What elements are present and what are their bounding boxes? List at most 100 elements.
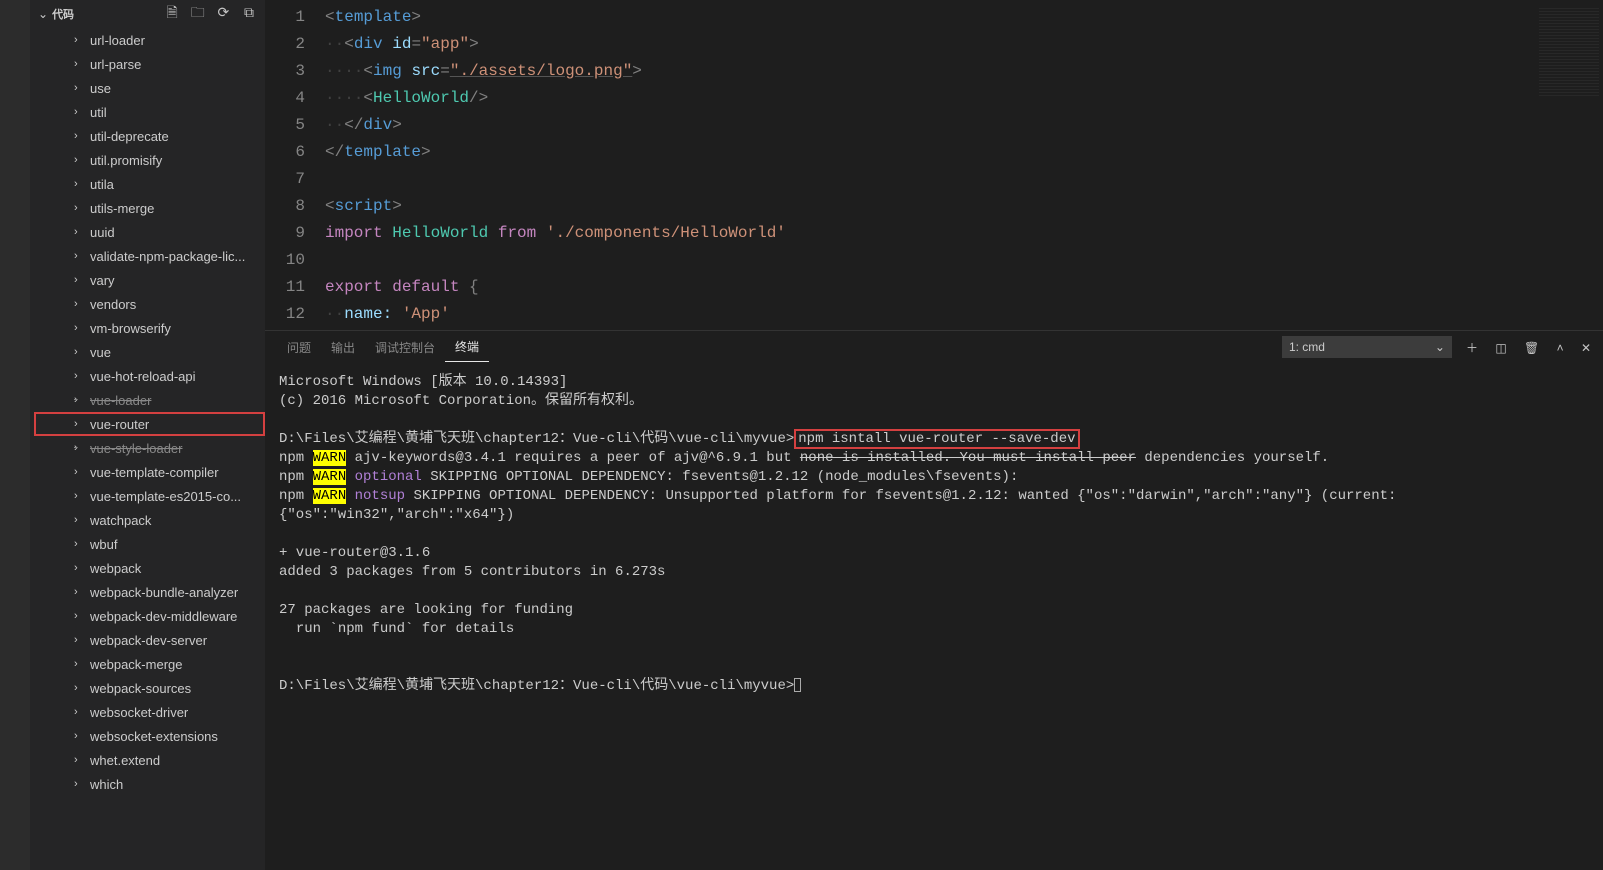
chevron-right-icon: › [74,202,84,214]
refresh-icon[interactable]: ⟳ [215,4,231,21]
folder-label: vue-template-es2015-co... [90,489,241,504]
sidebar-item-whet-extend[interactable]: › whet.extend [34,748,265,772]
chevron-right-icon: › [74,106,84,118]
sidebar-item-vm-browserify[interactable]: ›vm-browserify [34,316,265,340]
chevron-right-icon: › [74,130,84,142]
line-gutter: 123456789101112 [265,0,325,330]
chevron-right-icon: › [74,346,84,358]
folder-label: webpack-merge [90,657,183,672]
chevron-right-icon: › [74,418,84,430]
folder-label: vm-browserify [90,321,171,336]
chevron-down-icon: ⌄ [1435,340,1445,354]
new-folder-icon[interactable]: 🗀 [190,2,206,26]
sidebar-item-url-loader[interactable]: ›url-loader [34,28,265,52]
sidebar-item-which[interactable]: ›which [34,772,265,796]
folder-label: websocket-extensions [90,729,218,744]
new-terminal-icon[interactable]: ＋ [1466,341,1478,355]
sidebar-item-webpack-sources[interactable]: › webpack-sources [34,676,265,700]
collapse-all-icon[interactable]: ⧉ [241,4,257,21]
sidebar-item-url-parse[interactable]: › url-parse [34,52,265,76]
chevron-right-icon: › [74,298,84,310]
sidebar-item-websocket-driver[interactable]: ›websocket-driver [34,700,265,724]
sidebar-item-vue-template-es2015-co-[interactable]: › vue-template-es2015-co... [34,484,265,508]
tab-terminal[interactable]: 终端 [445,332,489,362]
sidebar-item-webpack-dev-middleware[interactable]: › webpack-dev-middleware [34,604,265,628]
explorer-header[interactable]: ⌄ 代码 🗎 🗀 ⟳ ⧉ [30,0,265,28]
kill-terminal-icon[interactable]: 🗑 [1524,341,1539,355]
chevron-right-icon: › [74,370,84,382]
sidebar-item-vue-router[interactable]: ›vue-router [34,412,265,436]
sidebar-item-vendors[interactable]: ›vendors [34,292,265,316]
chevron-right-icon: › [74,442,84,454]
chevron-right-icon: › [74,58,84,70]
sidebar-item-uuid[interactable]: › uuid [34,220,265,244]
folder-label: vue-style-loader [90,441,183,456]
chevron-right-icon: › [74,514,84,526]
folder-label: webpack-dev-server [90,633,207,648]
tab-debug-console[interactable]: 调试控制台 [365,333,445,362]
chevron-right-icon: › [74,682,84,694]
sidebar-item-use[interactable]: ›use [34,76,265,100]
folder-label: utila [90,177,114,192]
sidebar-item-validate-npm-package-lic-[interactable]: ›validate-npm-package-lic... [34,244,265,268]
chevron-right-icon: › [74,226,84,238]
maximize-panel-icon[interactable]: ˄ [1557,341,1564,355]
sidebar-item-webpack-bundle-analyzer[interactable]: ›webpack-bundle-analyzer [34,580,265,604]
sidebar: ⌄ 代码 🗎 🗀 ⟳ ⧉ ›url-loader›url-parse›use›u… [30,0,265,870]
tab-problems[interactable]: 问题 [277,333,321,362]
chevron-right-icon: › [74,610,84,622]
close-panel-icon[interactable]: ✕ [1581,341,1591,355]
sidebar-item-vue-hot-reload-api[interactable]: › vue-hot-reload-api [34,364,265,388]
folder-label: webpack-sources [90,681,191,696]
folder-label: vary [90,273,115,288]
sidebar-item-vary[interactable]: ›vary [34,268,265,292]
sidebar-item-utila[interactable]: ›utila [34,172,265,196]
sidebar-item-util[interactable]: ›util [34,100,265,124]
folder-label: vue-hot-reload-api [90,369,196,384]
tab-output[interactable]: 输出 [321,333,365,362]
sidebar-item-vue-loader[interactable]: ›vue-loader [34,388,265,412]
chevron-right-icon: › [74,538,84,550]
highlighted-command: npm isntall vue-router --save-dev [794,429,1079,449]
sidebar-item-webpack-dev-server[interactable]: ›webpack-dev-server [34,628,265,652]
folder-label: validate-npm-package-lic... [90,249,245,264]
sidebar-item-webpack[interactable]: ›webpack [34,556,265,580]
sidebar-item-util-deprecate[interactable]: ›util-deprecate [34,124,265,148]
sidebar-item-websocket-extensions[interactable]: › websocket-extensions [34,724,265,748]
sidebar-item-util-promisify[interactable]: ›util.promisify [34,148,265,172]
folder-label: vue [90,345,111,360]
sidebar-item-vue[interactable]: › vue [34,340,265,364]
minimap[interactable] [1539,6,1599,96]
sidebar-item-webpack-merge[interactable]: ›webpack-merge [34,652,265,676]
chevron-right-icon: › [74,490,84,502]
terminal-selector-label: 1: cmd [1289,340,1325,354]
sidebar-item-vue-template-compiler[interactable]: ›vue-template-compiler [34,460,265,484]
folder-label: utils-merge [90,201,154,216]
chevron-right-icon: › [74,586,84,598]
terminal-output[interactable]: Microsoft Windows [版本 10.0.14393] (c) 20… [265,363,1603,870]
terminal-cursor [794,678,801,692]
chevron-right-icon: › [74,730,84,742]
activity-bar [0,0,30,870]
code-area[interactable]: <template> ··<div id="app"> ····<img src… [325,0,1603,330]
sidebar-item-wbuf[interactable]: › wbuf [34,532,265,556]
sidebar-item-vue-style-loader[interactable]: › vue-style-loader [34,436,265,460]
terminal-selector[interactable]: 1: cmd ⌄ [1282,336,1452,358]
folder-label: wbuf [90,537,117,552]
folder-label: webpack-dev-middleware [90,609,237,624]
sidebar-item-watchpack[interactable]: › watchpack [34,508,265,532]
folder-label: util.promisify [90,153,162,168]
folder-label: watchpack [90,513,151,528]
editor[interactable]: 123456789101112 <template> ··<div id="ap… [265,0,1603,330]
new-file-icon[interactable]: 🗎 [164,2,180,26]
sidebar-item-utils-merge[interactable]: › utils-merge [34,196,265,220]
panel-tabs: 问题 输出 调试控制台 终端 1: cmd ⌄ ＋ ◫ 🗑 ˄ ✕ [265,331,1603,363]
folder-label: uuid [90,225,115,240]
folder-label: url-parse [90,57,141,72]
split-terminal-icon[interactable]: ◫ [1495,341,1506,355]
folder-label: whet.extend [90,753,160,768]
chevron-right-icon: › [74,706,84,718]
chevron-right-icon: › [74,754,84,766]
folder-label: use [90,81,111,96]
chevron-right-icon: › [74,34,84,46]
